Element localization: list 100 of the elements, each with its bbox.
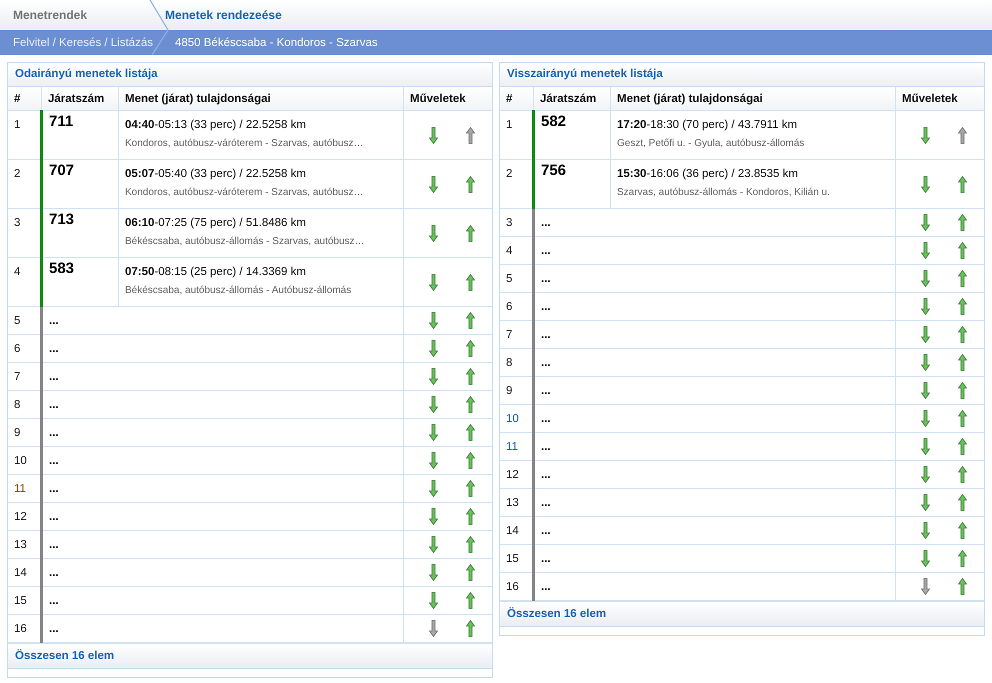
placeholder-cell: ... [42,418,404,446]
placeholder-cell: ... [534,208,896,236]
down-arrow-icon[interactable] [429,620,438,637]
placeholder-cell: ... [42,334,404,362]
up-arrow-icon[interactable] [958,242,967,259]
column-header: Menet (járat) tulajdonságai [610,87,896,110]
down-arrow-icon[interactable] [429,224,438,242]
up-arrow-icon[interactable] [466,620,475,637]
placeholder-cell: ... [42,586,404,614]
up-arrow-icon[interactable] [466,126,475,144]
down-arrow-icon[interactable] [921,382,930,399]
down-arrow-icon[interactable] [429,536,438,553]
placeholder-cell: ... [42,558,404,586]
down-arrow-icon[interactable] [429,452,438,469]
up-arrow-icon[interactable] [958,270,967,287]
down-arrow-icon[interactable] [921,578,930,595]
up-arrow-icon[interactable] [958,578,967,595]
down-arrow-icon[interactable] [921,354,930,371]
up-arrow-icon[interactable] [958,214,967,231]
up-arrow-icon[interactable] [958,410,967,427]
up-arrow-icon[interactable] [958,438,967,455]
trip-time: 05:07-05:40 (33 perc) / 22.5258 km [125,168,307,180]
up-arrow-icon[interactable] [466,480,475,497]
down-arrow-icon[interactable] [429,312,438,329]
column-header: Menet (járat) tulajdonságai [118,87,404,110]
down-arrow-icon[interactable] [429,340,438,357]
down-arrow-icon[interactable] [429,592,438,609]
up-arrow-icon[interactable] [958,176,967,192]
trip-stops: Békéscsaba, autóbusz-állomás - Szarvas, autóbusz… [125,236,366,247]
up-arrow-icon[interactable] [466,368,475,385]
route-number: 713 [42,208,118,258]
placeholder-cell: ... [534,348,896,376]
down-arrow-icon[interactable] [921,176,930,192]
up-arrow-icon[interactable] [958,466,967,483]
down-arrow-icon[interactable] [921,270,930,287]
down-arrow-icon[interactable] [921,550,930,567]
down-arrow-icon[interactable] [921,242,930,259]
down-arrow-icon[interactable] [429,424,438,441]
placeholder-cell: ... [534,544,896,572]
placeholder-cell: ... [534,320,896,348]
up-arrow-icon[interactable] [466,340,475,357]
down-arrow-icon[interactable] [921,410,930,427]
placeholder-cell: ... [42,474,404,502]
placeholder-cell: ... [534,432,896,460]
up-arrow-icon[interactable] [466,452,475,469]
breadcrumb-tab[interactable]: Menetek rendezeése [152,8,295,22]
column-header: Járatszám [534,87,610,110]
down-arrow-icon[interactable] [921,494,930,511]
placeholder-cell: ... [534,488,896,516]
down-arrow-icon[interactable] [429,564,438,581]
placeholder-cell: ... [42,390,404,418]
down-arrow-icon[interactable] [429,368,438,385]
up-arrow-icon[interactable] [466,536,475,553]
up-arrow-icon[interactable] [466,564,475,581]
trip-stops: Geszt, Petőfi u. - Gyula, autóbusz-állomás [617,138,806,149]
item-count: Összesen 16 elem [500,601,984,626]
down-arrow-icon[interactable] [921,466,930,483]
down-arrow-icon[interactable] [429,274,438,290]
up-arrow-icon[interactable] [958,550,967,567]
down-arrow-icon[interactable] [429,508,438,525]
trip-stops: Kondoros, autóbusz-váróterem - Szarvas, autóbusz… [125,138,364,149]
trip-stops: Kondoros, autóbusz-váróterem - Szarvas, autóbusz… [125,187,364,198]
route-number: 582 [534,110,610,160]
up-arrow-icon[interactable] [466,396,475,413]
up-arrow-icon[interactable] [958,126,967,144]
placeholder-cell: ... [42,530,404,558]
up-arrow-icon[interactable] [466,424,475,441]
down-arrow-icon[interactable] [921,126,930,144]
down-arrow-icon[interactable] [921,438,930,455]
down-arrow-icon[interactable] [921,214,930,231]
down-arrow-icon[interactable] [921,522,930,539]
column-header: Műveletek [404,87,492,110]
down-arrow-icon[interactable] [921,326,930,343]
breadcrumb-tab[interactable]: Menetrendek [0,8,100,22]
up-arrow-icon[interactable] [958,298,967,315]
up-arrow-icon[interactable] [466,592,475,609]
up-arrow-icon[interactable] [958,354,967,371]
up-arrow-icon[interactable] [958,382,967,399]
breadcrumb-link[interactable]: Felvitel / Keresés / Listázás [0,36,153,48]
up-arrow-icon[interactable] [466,508,475,525]
breadcrumb-current: 4850 Békéscsaba - Kondoros - Szarvas [174,36,378,48]
placeholder-cell: ... [42,306,404,334]
down-arrow-icon[interactable] [921,298,930,315]
up-arrow-icon[interactable] [466,274,475,290]
route-number: 583 [42,258,118,306]
column-header: # [8,87,42,110]
down-arrow-icon[interactable] [429,396,438,413]
down-arrow-icon[interactable] [429,126,438,144]
up-arrow-icon[interactable] [466,224,475,242]
up-arrow-icon[interactable] [466,176,475,192]
down-arrow-icon[interactable] [429,480,438,497]
up-arrow-icon[interactable] [466,312,475,329]
trip-time: 04:40-05:13 (33 perc) / 22.5258 km [125,119,307,131]
down-arrow-icon[interactable] [429,176,438,192]
placeholder-cell: ... [534,236,896,264]
up-arrow-icon[interactable] [958,326,967,343]
placeholder-cell: ... [42,502,404,530]
up-arrow-icon[interactable] [958,494,967,511]
up-arrow-icon[interactable] [958,522,967,539]
route-number: 711 [42,110,118,160]
